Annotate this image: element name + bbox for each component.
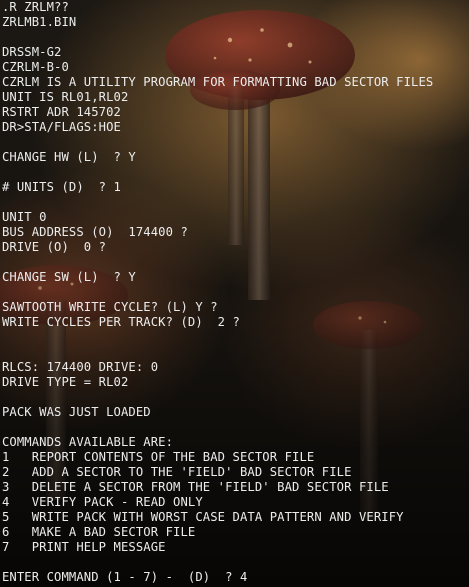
terminal-line: DRIVE TYPE = RL02 — [2, 375, 129, 389]
terminal-line: DRIVE (O) 0 ? — [2, 240, 107, 254]
terminal-line: ENTER COMMAND (1 - 7) - (D) ? 4 — [2, 570, 248, 584]
terminal-line: 4 VERIFY PACK - READ ONLY — [2, 495, 203, 509]
terminal-line: RLCS: 174400 DRIVE: 0 — [2, 360, 159, 374]
terminal-line: DR>STA/FLAGS:HOE — [2, 120, 121, 134]
terminal-line: CZRLM IS A UTILITY PROGRAM FOR FORMATTIN… — [2, 75, 434, 89]
terminal-line: PACK WAS JUST LOADED — [2, 405, 151, 419]
terminal-line: .R ZRLM?? — [2, 0, 69, 14]
terminal-line: 3 DELETE A SECTOR FROM THE 'FIELD' BAD S… — [2, 480, 389, 494]
terminal-line: WRITE CYCLES PER TRACK? (D) 2 ? — [2, 315, 240, 329]
terminal-line: BUS ADDRESS (O) 174400 ? — [2, 225, 188, 239]
terminal-line: 1 REPORT CONTENTS OF THE BAD SECTOR FILE — [2, 450, 315, 464]
terminal-line: UNIT IS RL01,RL02 — [2, 90, 129, 104]
terminal-output: .R ZRLM?? ZRLMB1.BIN DRSSM-G2 CZRLM-B-0 CZRL… — [2, 0, 433, 585]
terminal-line: DRSSM-G2 — [2, 45, 62, 59]
terminal-line: 6 MAKE A BAD SECTOR FILE — [2, 525, 196, 539]
terminal-line: 5 WRITE PACK WITH WORST CASE DATA PATTER… — [2, 510, 404, 524]
terminal-line: CZRLM-B-0 — [2, 60, 69, 74]
terminal-line: 2 ADD A SECTOR TO THE 'FIELD' BAD SECTOR… — [2, 465, 352, 479]
terminal-line: COMMANDS AVAILABLE ARE: — [2, 435, 174, 449]
terminal-line: 7 PRINT HELP MESSAGE — [2, 540, 166, 554]
terminal-line: ZRLMB1.BIN — [2, 15, 77, 29]
terminal-line: CHANGE SW (L) ? Y — [2, 270, 136, 284]
terminal-line: CHANGE HW (L) ? Y — [2, 150, 136, 164]
terminal-line: # UNITS (D) ? 1 — [2, 180, 121, 194]
terminal-line: RSTRT ADR 145702 — [2, 105, 121, 119]
terminal-line: SAWTOOTH WRITE CYCLE? (L) Y ? — [2, 300, 218, 314]
terminal-line: UNIT 0 — [2, 210, 47, 224]
